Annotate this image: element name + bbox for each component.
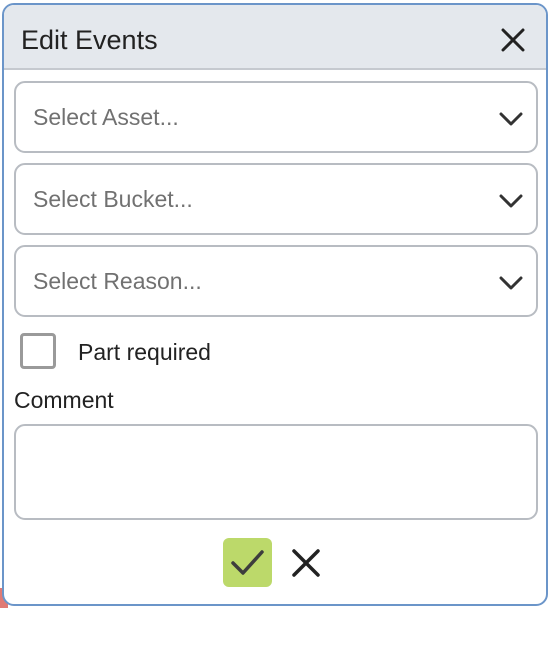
- comment-label: Comment: [14, 387, 114, 413]
- edit-events-dialog: Edit Events Select Asset... Select Bucke…: [2, 3, 548, 606]
- close-dialog-button[interactable]: [496, 23, 530, 57]
- dialog-title: Edit Events: [21, 25, 158, 55]
- part-required-label: Part required: [78, 339, 211, 365]
- check-icon: [231, 550, 264, 575]
- chevron-down-icon: [499, 194, 523, 208]
- reason-select[interactable]: Select Reason...: [14, 245, 538, 317]
- confirm-button[interactable]: [223, 538, 272, 587]
- bucket-select-placeholder: Select Bucket...: [33, 186, 193, 212]
- part-required-checkbox[interactable]: [20, 333, 56, 369]
- cancel-button[interactable]: [289, 546, 323, 580]
- dialog-header: Edit Events: [4, 5, 546, 70]
- close-icon: [501, 28, 525, 52]
- asset-select-placeholder: Select Asset...: [33, 104, 179, 130]
- chevron-down-icon: [499, 112, 523, 126]
- chevron-down-icon: [499, 276, 523, 290]
- reason-select-placeholder: Select Reason...: [33, 268, 202, 294]
- bucket-select[interactable]: Select Bucket...: [14, 163, 538, 235]
- comment-textarea[interactable]: [14, 424, 538, 520]
- asset-select[interactable]: Select Asset...: [14, 81, 538, 153]
- close-icon: [292, 549, 320, 577]
- part-required-row: Part required: [20, 333, 320, 373]
